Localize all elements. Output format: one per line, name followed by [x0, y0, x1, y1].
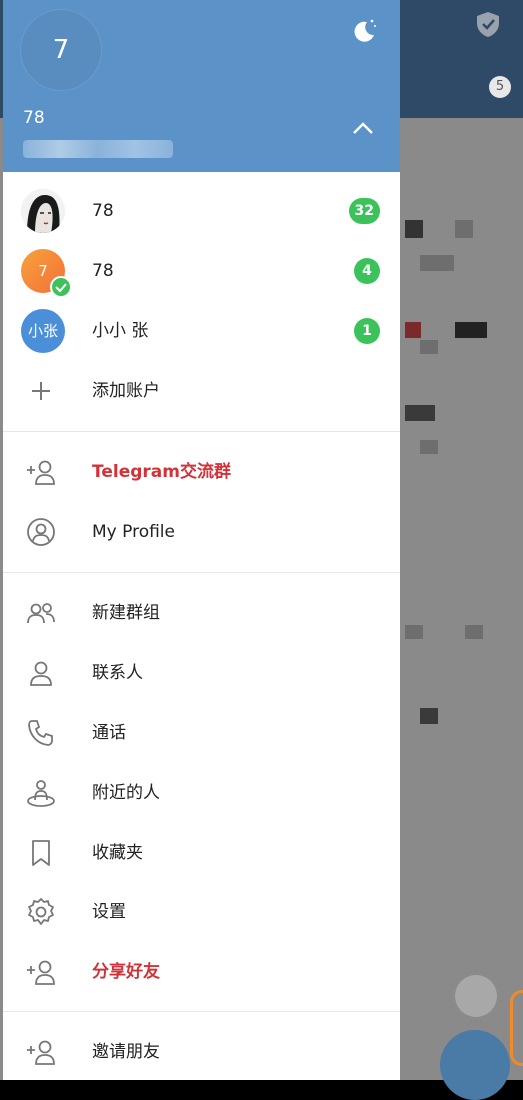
unread-count-badge: 4: [354, 258, 380, 284]
portrait-image: [21, 189, 65, 233]
menu-item-my-profile[interactable]: My Profile: [3, 502, 400, 562]
navigation-drawer: 7 78 78 32 7 78 4 小张 小小 张 1 添加账户 Telegra…: [3, 0, 400, 1080]
account-name: 78: [92, 201, 114, 221]
unread-badge: 5: [489, 76, 511, 98]
camera-button[interactable]: [440, 1030, 510, 1100]
account-item[interactable]: 7 78 4: [3, 241, 400, 301]
night-mode-icon[interactable]: [350, 16, 378, 44]
profile-icon: [27, 518, 55, 546]
chevron-up-icon[interactable]: [352, 120, 374, 136]
user-avatar[interactable]: 7: [21, 10, 101, 90]
user-name: 78: [23, 108, 45, 128]
menu-label: Telegram交流群: [92, 462, 231, 482]
menu-label: 通话: [92, 723, 126, 743]
menu-label: 附近的人: [92, 783, 160, 803]
settings-icon: [28, 898, 54, 925]
add-user-icon: [27, 1040, 55, 1065]
menu-item-saved[interactable]: 收藏夹: [3, 823, 400, 883]
add-user-icon: [27, 460, 55, 485]
user-phone-blurred: [23, 140, 173, 158]
menu-label: 收藏夹: [92, 843, 143, 863]
add-account-button[interactable]: 添加账户: [3, 361, 400, 421]
nearby-icon: [27, 780, 55, 807]
menu-label: 设置: [92, 902, 126, 922]
drawer-header: 7 78: [3, 0, 400, 172]
menu-item-calls[interactable]: 通话: [3, 703, 400, 763]
bookmark-icon: [32, 840, 50, 866]
account-item[interactable]: 小张 小小 张 1: [3, 301, 400, 361]
phone-icon: [28, 720, 53, 746]
menu-item-contacts[interactable]: 联系人: [3, 643, 400, 703]
plus-icon: [32, 382, 50, 400]
compose-button[interactable]: [455, 975, 497, 1017]
account-name: 78: [92, 261, 114, 281]
account-item[interactable]: 78 32: [3, 181, 400, 241]
menu-item-telegram-group[interactable]: Telegram交流群: [3, 442, 400, 502]
menu-item-share-friends[interactable]: 分享好友: [3, 942, 400, 1002]
menu-item-people-nearby[interactable]: 附近的人: [3, 763, 400, 823]
group-icon: [27, 603, 55, 624]
menu-label: 新建群组: [92, 603, 160, 623]
shield-icon[interactable]: [475, 10, 501, 38]
add-user-icon: [27, 960, 55, 985]
menu-item-new-group[interactable]: 新建群组: [3, 583, 400, 643]
account-avatar: 小张: [21, 309, 65, 353]
menu-label: 邀请朋友: [92, 1042, 160, 1062]
account-name: 小小 张: [92, 321, 149, 341]
menu-item-settings[interactable]: 设置: [3, 882, 400, 942]
highlight-marker: [510, 990, 523, 1066]
account-avatar-photo: [21, 189, 65, 233]
menu-item-invite-friends[interactable]: 邀请朋友: [3, 1022, 400, 1080]
divider: [3, 572, 400, 573]
divider: [3, 1011, 400, 1012]
menu-label: 分享好友: [92, 962, 160, 982]
menu-label: 联系人: [92, 663, 143, 683]
menu-label: My Profile: [92, 522, 175, 542]
divider: [3, 431, 400, 432]
check-icon: [50, 276, 72, 298]
unread-count-badge: 1: [354, 318, 380, 344]
add-account-label: 添加账户: [92, 381, 160, 401]
contact-icon: [30, 661, 52, 686]
unread-count-badge: 32: [348, 198, 380, 224]
